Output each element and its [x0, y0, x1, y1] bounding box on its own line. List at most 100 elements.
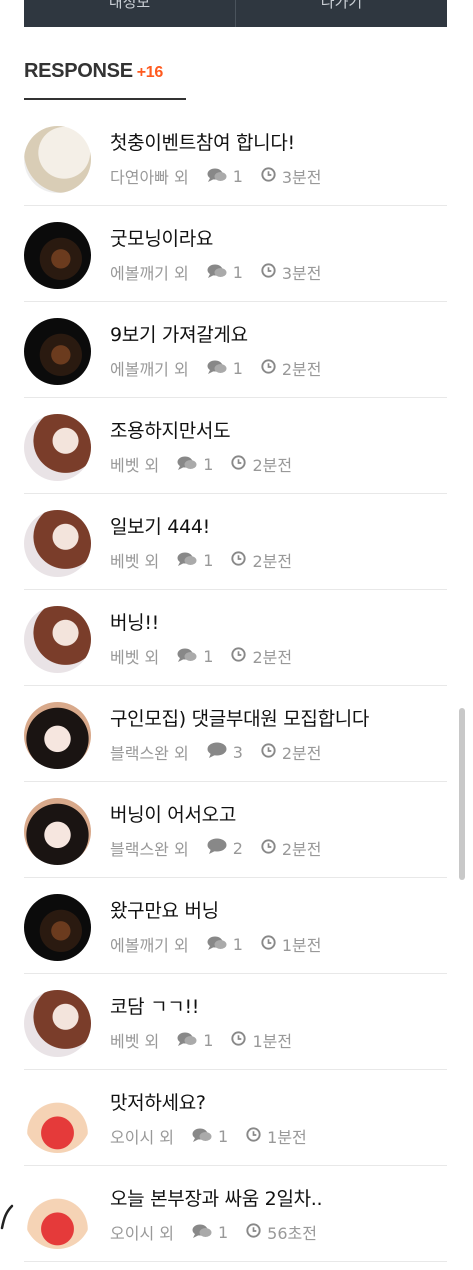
post-author: 에볼깨기 외 [110, 936, 189, 955]
comment-count: 3 [207, 742, 243, 762]
post-time-value: 1분전 [252, 1032, 293, 1051]
post-time: 2분전 [231, 644, 292, 668]
post-meta: 베벳 외 1 2분전 [110, 644, 292, 668]
post-author: 오이시 외 [110, 1128, 174, 1147]
comment-count-value: 1 [217, 1126, 229, 1146]
list-item[interactable]: 왔구만요 버닝에볼깨기 외 1 1분전 [24, 878, 447, 974]
post-time-value: 2분전 [281, 744, 322, 763]
post-author: 에볼깨기 외 [110, 360, 189, 379]
comment-count: 1 [192, 1127, 228, 1146]
avatar[interactable] [24, 318, 91, 385]
section-title-text: RESPONSE [24, 60, 133, 82]
post-title[interactable]: 첫충이벤트참여 합니다! [110, 128, 295, 155]
post-title[interactable]: 일보기 444! [110, 512, 210, 539]
avatar[interactable] [24, 798, 91, 865]
post-time: 1분전 [231, 1028, 292, 1052]
post-author: 블랙스완 외 [110, 840, 189, 859]
post-author: 에볼깨기 외 [110, 264, 189, 283]
comment-count: 1 [207, 167, 243, 186]
my-info-button[interactable]: 내정보 [24, 0, 235, 27]
list-item[interactable]: 조용하지만서도베벳 외 1 2분전 [24, 398, 447, 494]
post-time: 56초전 [246, 1220, 317, 1244]
comments-icon [207, 167, 233, 186]
post-time: 1분전 [261, 932, 322, 956]
post-time-value: 2분전 [252, 456, 293, 475]
post-title[interactable]: 굿모닝이라요 [110, 224, 213, 251]
post-time-value: 3분전 [281, 264, 322, 283]
stray-stroke-mark [0, 1204, 14, 1230]
list-item[interactable]: 오늘 본부장과 싸움 2일차.. 오이시 외 1 56초전 [24, 1166, 447, 1262]
comment-count: 1 [177, 647, 213, 666]
avatar[interactable] [24, 894, 91, 961]
avatar[interactable] [24, 1182, 91, 1249]
comment-count: 1 [192, 1223, 228, 1242]
post-title[interactable]: 조용하지만서도 [110, 416, 231, 443]
clock-icon [261, 742, 282, 762]
avatar[interactable] [24, 414, 91, 481]
post-title[interactable]: 구인모집) 댓글부대원 모집합니다 [110, 704, 369, 731]
list-item[interactable]: 구인모집) 댓글부대원 모집합니다블랙스완 외 3 2분전 [24, 686, 447, 782]
clock-icon [231, 550, 252, 570]
comment-icon [207, 838, 233, 858]
post-meta: 에볼깨기 외 1 1분전 [110, 932, 322, 956]
post-meta: 에볼깨기 외 1 2분전 [110, 356, 322, 380]
avatar[interactable] [24, 222, 91, 289]
post-title[interactable]: 버닝!! [110, 608, 159, 635]
post-time-value: 3분전 [281, 168, 322, 187]
comment-count-value: 1 [232, 166, 243, 186]
post-time-value: 2분전 [252, 648, 293, 667]
comment-count-value: 1 [203, 1030, 214, 1050]
post-title[interactable]: 왔구만요 버닝 [110, 896, 219, 923]
post-title[interactable]: 버닝이 어서오고 [110, 800, 236, 827]
comment-count-value: 1 [232, 358, 243, 378]
post-author: 다연아빠 외 [110, 168, 189, 187]
comment-count: 1 [177, 1031, 213, 1050]
comments-icon [177, 1031, 203, 1050]
post-meta: 베벳 외 1 1분전 [110, 1028, 292, 1052]
list-item[interactable]: 버닝이 어서오고 블랙스완 외 2 2분전 [24, 782, 447, 878]
comment-icon [207, 742, 233, 762]
comment-count: 1 [207, 263, 243, 282]
comment-count: 1 [207, 935, 243, 954]
response-list: 첫충이벤트참여 합니다! 다연아빠 외 1 3분전 굿모닝이라요 에볼깨기 외 1 3분전 9보… [24, 110, 447, 1262]
clock-icon [261, 934, 282, 954]
comment-count: 2 [207, 838, 243, 858]
comment-count-value: 1 [217, 1222, 229, 1242]
avatar[interactable] [24, 510, 91, 577]
section-title: RESPONSE +16 [24, 60, 163, 83]
avatar[interactable] [24, 702, 91, 769]
clock-icon [261, 262, 282, 282]
avatar[interactable] [24, 606, 91, 673]
list-item[interactable]: 버닝!! 베벳 외 1 2분전 [24, 590, 447, 686]
clock-icon [231, 454, 252, 474]
post-time: 2분전 [261, 356, 322, 380]
list-item[interactable]: 첫충이벤트참여 합니다! 다연아빠 외 1 3분전 [24, 110, 447, 206]
post-title[interactable]: 오늘 본부장과 싸움 2일차.. [110, 1184, 323, 1211]
avatar[interactable] [24, 1086, 91, 1153]
list-item[interactable]: 코담 ㄱㄱ!! 베벳 외 1 1분전 [24, 974, 447, 1070]
clock-icon [261, 166, 282, 186]
post-title[interactable]: 코담 ㄱㄱ!! [110, 992, 199, 1019]
post-author: 베벳 외 [110, 1032, 160, 1051]
comments-icon [177, 455, 203, 474]
post-title[interactable]: 9보기 가져갈게요 [110, 320, 248, 347]
post-time: 1분전 [246, 1124, 307, 1148]
list-item[interactable]: 굿모닝이라요에볼깨기 외 1 3분전 [24, 206, 447, 302]
post-title[interactable]: 맛저하세요? [110, 1088, 206, 1115]
scrollbar[interactable] [459, 708, 465, 880]
avatar[interactable] [24, 126, 91, 193]
list-item[interactable]: 일보기 444! 베벳 외 1 2분전 [24, 494, 447, 590]
clock-icon [231, 646, 252, 666]
post-time-value: 2분전 [252, 552, 293, 571]
post-author: 블랙스완 외 [110, 744, 189, 763]
post-time-value: 56초전 [267, 1224, 317, 1243]
comment-count-value: 1 [203, 550, 214, 570]
post-time-value: 1분전 [281, 936, 322, 955]
avatar[interactable] [24, 990, 91, 1057]
post-meta: 베벳 외 1 2분전 [110, 452, 292, 476]
list-item[interactable]: 9보기 가져갈게요에볼깨기 외 1 2분전 [24, 302, 447, 398]
comment-count-value: 1 [232, 262, 243, 282]
list-item[interactable]: 맛저하세요? 오이시 외 1 1분전 [24, 1070, 447, 1166]
post-meta: 오이시 외 1 56초전 [110, 1220, 317, 1244]
exit-button[interactable]: 나가기 [236, 0, 447, 27]
